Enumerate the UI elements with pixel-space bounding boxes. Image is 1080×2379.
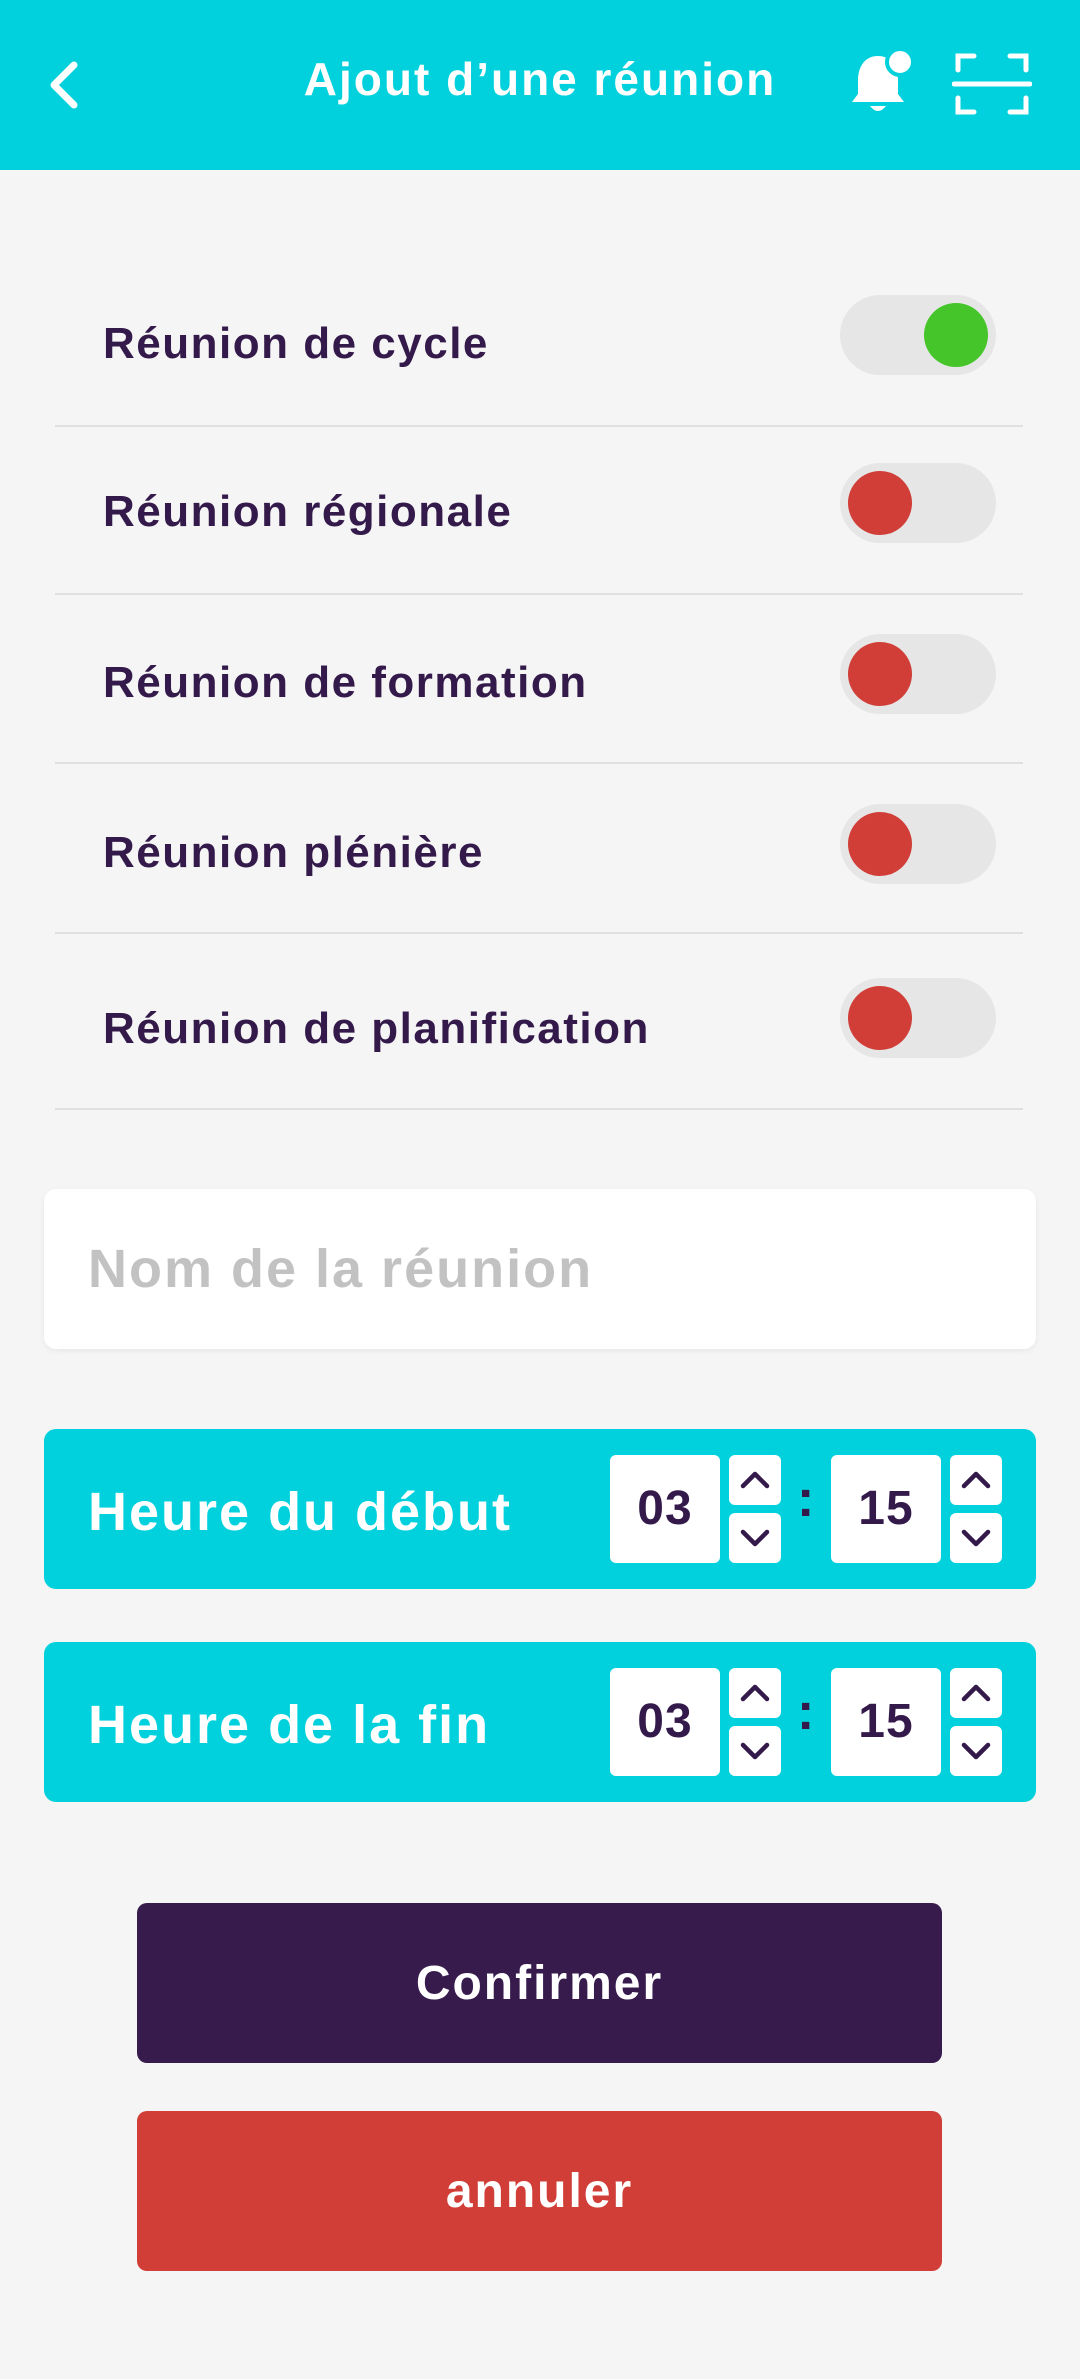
toggle-knob: [848, 812, 912, 876]
toggle-knob: [924, 303, 988, 367]
scan-icon: [952, 53, 1032, 115]
time-separator: :: [797, 1683, 815, 1741]
toggle-switch-planification[interactable]: [840, 978, 996, 1058]
notifications-button[interactable]: [848, 48, 916, 120]
toggle-switch-regionale[interactable]: [840, 463, 996, 543]
chevron-down-icon: [961, 1529, 991, 1547]
start-minutes-field[interactable]: 15: [831, 1455, 941, 1563]
bell-notification-icon: [852, 48, 915, 111]
chevron-down-icon: [961, 1742, 991, 1760]
start-time-label: Heure du début: [88, 1482, 513, 1542]
toggle-switch-cycle[interactable]: [840, 295, 996, 375]
meeting-type-row-cycle: Réunion de cycle: [55, 257, 1023, 427]
chevron-up-icon: [961, 1684, 991, 1702]
meeting-name-input[interactable]: [44, 1189, 1036, 1349]
toggle-switch-pleniere[interactable]: [840, 804, 996, 884]
start-minutes-up-button[interactable]: [950, 1455, 1002, 1505]
end-minutes-up-button[interactable]: [950, 1668, 1002, 1718]
chevron-up-icon: [740, 1684, 770, 1702]
confirm-button[interactable]: Confirmer: [137, 1903, 942, 2063]
end-time-label: Heure de la fin: [88, 1695, 491, 1755]
meeting-type-label: Réunion de cycle: [103, 319, 489, 368]
start-minutes-down-button[interactable]: [950, 1513, 1002, 1563]
chevron-down-icon: [740, 1742, 770, 1760]
toggle-switch-formation[interactable]: [840, 634, 996, 714]
page-title: Ajout d’une réunion: [303, 53, 777, 105]
end-minutes-field[interactable]: 15: [831, 1668, 941, 1776]
meeting-type-row-regionale: Réunion régionale: [55, 425, 1023, 595]
end-hours-field[interactable]: 03: [610, 1668, 720, 1776]
end-time-card: Heure de la fin 03 : 15: [44, 1642, 1036, 1802]
meeting-type-row-planification: Réunion de planification: [55, 934, 1023, 1110]
time-separator: :: [797, 1470, 815, 1528]
meeting-type-label: Réunion régionale: [103, 487, 513, 536]
start-hours-up-button[interactable]: [729, 1455, 781, 1505]
cancel-button[interactable]: annuler: [137, 2111, 942, 2271]
end-hours-down-button[interactable]: [729, 1726, 781, 1776]
chevron-up-icon: [961, 1471, 991, 1489]
meeting-type-row-pleniere: Réunion plénière: [55, 764, 1023, 934]
meeting-type-label: Réunion plénière: [103, 828, 484, 877]
start-hours-field[interactable]: 03: [610, 1455, 720, 1563]
app-header: Ajout d’une réunion: [0, 0, 1080, 170]
toggle-knob: [848, 642, 912, 706]
chevron-down-icon: [740, 1529, 770, 1547]
toggle-knob: [848, 471, 912, 535]
toggle-knob: [848, 986, 912, 1050]
start-time-card: Heure du début 03 : 15: [44, 1429, 1036, 1589]
scan-button[interactable]: [952, 52, 1032, 116]
meeting-type-label: Réunion de planification: [103, 1004, 650, 1053]
end-minutes-down-button[interactable]: [950, 1726, 1002, 1776]
start-hours-down-button[interactable]: [729, 1513, 781, 1563]
meeting-type-label: Réunion de formation: [103, 658, 588, 707]
chevron-up-icon: [740, 1471, 770, 1489]
meeting-type-row-formation: Réunion de formation: [55, 594, 1023, 764]
end-hours-up-button[interactable]: [729, 1668, 781, 1718]
